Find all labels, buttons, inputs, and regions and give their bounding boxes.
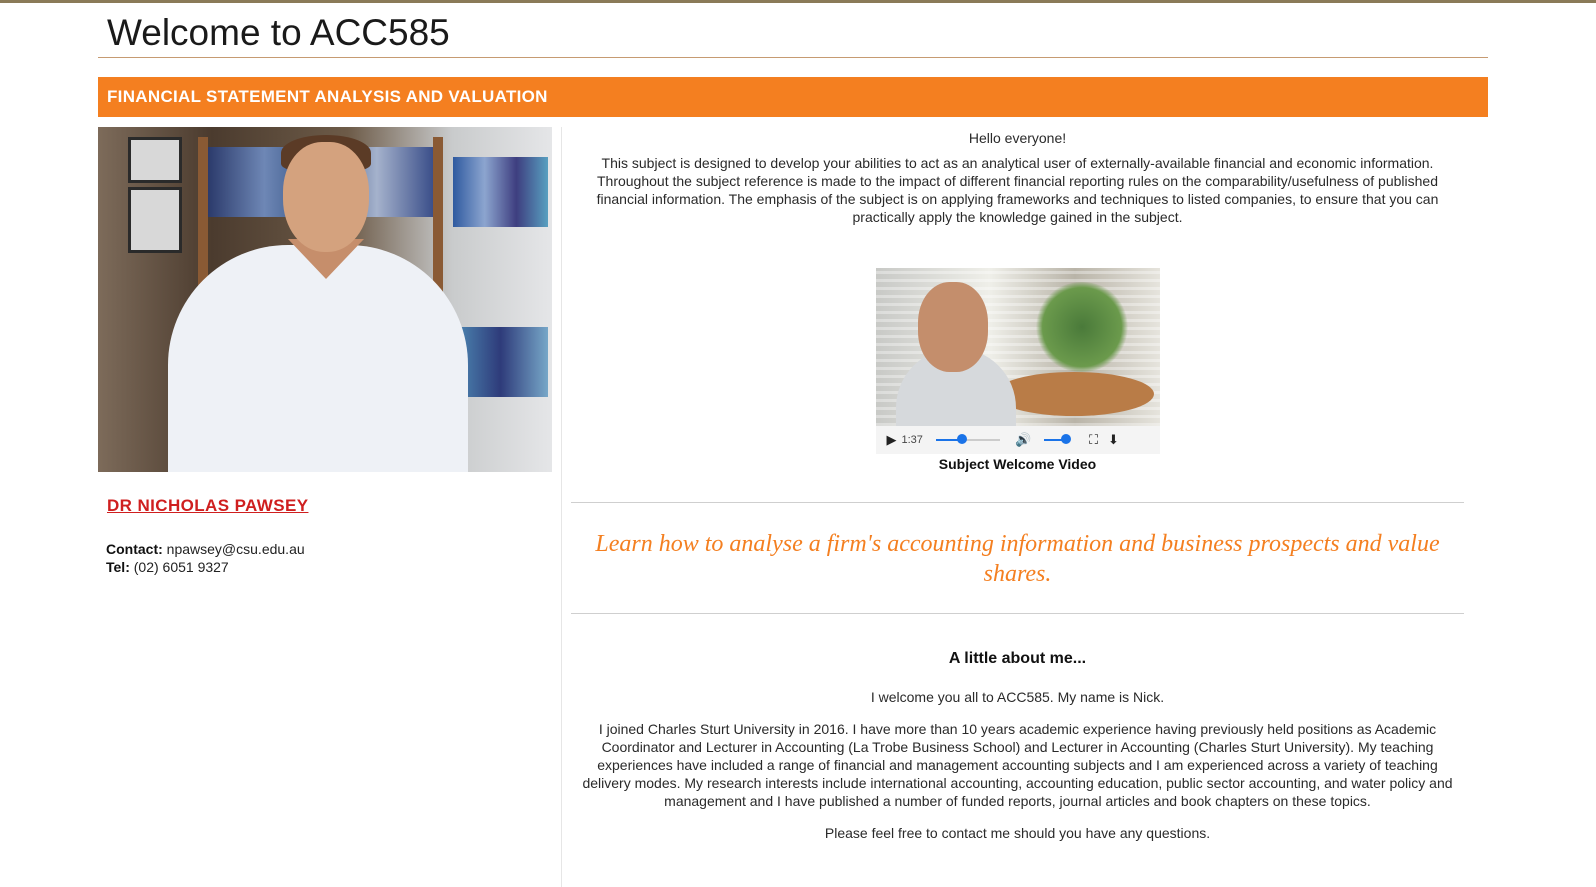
right-column: Hello everyone! This subject is designed… xyxy=(571,127,1464,842)
content-columns: DR NICHOLAS PAWSEY Contact: npawsey@csu.… xyxy=(98,127,1488,887)
page-title: Welcome to ACC585 xyxy=(107,12,450,53)
person-head xyxy=(283,142,369,252)
volume-icon[interactable]: 🔊 xyxy=(1014,432,1034,448)
wall-frame xyxy=(128,137,182,183)
books-row xyxy=(453,157,548,227)
person-shirt xyxy=(168,245,468,472)
column-divider xyxy=(561,127,562,887)
about-paragraph: Please feel free to contact me should yo… xyxy=(824,825,1211,841)
tagline: Learn how to analyse a firm's accounting… xyxy=(595,531,1440,587)
video-plant xyxy=(1033,282,1130,372)
video-person-head xyxy=(917,282,988,372)
volume-slider[interactable] xyxy=(1043,434,1071,444)
page-container: Welcome to ACC585 FINANCIAL STATEMENT AN… xyxy=(98,0,1488,887)
wall-frame xyxy=(128,187,182,253)
seek-slider[interactable] xyxy=(935,434,1000,444)
play-icon[interactable]: ▶ xyxy=(882,432,902,448)
left-column: DR NICHOLAS PAWSEY Contact: npawsey@csu.… xyxy=(98,127,552,576)
about-heading: A little about me... xyxy=(948,650,1087,667)
video-time: 1:37 xyxy=(901,434,923,446)
title-divider xyxy=(98,57,1488,58)
lecturer-photo xyxy=(98,127,552,472)
seek-knob[interactable] xyxy=(957,434,968,444)
video-caption: Subject Welcome Video xyxy=(938,456,1097,472)
section-divider xyxy=(571,613,1464,614)
about-paragraph: I welcome you all to ACC585. My name is … xyxy=(870,689,1165,705)
welcome-video[interactable]: ▶ 1:37 🔊 ⛶ ⬇ xyxy=(875,268,1160,454)
tel-label: Tel: xyxy=(106,559,130,575)
contact-label: Contact: xyxy=(106,541,163,557)
scrollbar[interactable] xyxy=(1580,3,1596,870)
tel-line: Tel: (02) 6051 9327 xyxy=(106,558,552,576)
section-divider xyxy=(571,502,1464,503)
greeting: Hello everyone! xyxy=(968,130,1067,146)
banner-text: FINANCIAL STATEMENT ANALYSIS AND VALUATI… xyxy=(107,87,548,106)
lecturer-name-link[interactable]: DR NICHOLAS PAWSEY xyxy=(107,496,308,516)
fullscreen-icon[interactable]: ⛶ xyxy=(1084,432,1104,448)
video-table xyxy=(993,372,1154,416)
about-paragraph: I joined Charles Sturt University in 201… xyxy=(582,721,1453,809)
video-controls: ▶ 1:37 🔊 ⛶ ⬇ xyxy=(875,426,1160,454)
video-frame[interactable] xyxy=(875,268,1160,426)
volume-knob[interactable] xyxy=(1060,434,1071,444)
subject-banner: FINANCIAL STATEMENT ANALYSIS AND VALUATI… xyxy=(98,77,1488,117)
contact-line: Contact: npawsey@csu.edu.au xyxy=(106,540,552,558)
tel-value: (02) 6051 9327 xyxy=(133,559,229,575)
intro-paragraph: This subject is designed to develop your… xyxy=(596,155,1439,225)
download-icon[interactable]: ⬇ xyxy=(1104,432,1124,448)
contact-block: Contact: npawsey@csu.edu.au Tel: (02) 60… xyxy=(106,540,552,576)
contact-email: npawsey@csu.edu.au xyxy=(166,541,305,557)
